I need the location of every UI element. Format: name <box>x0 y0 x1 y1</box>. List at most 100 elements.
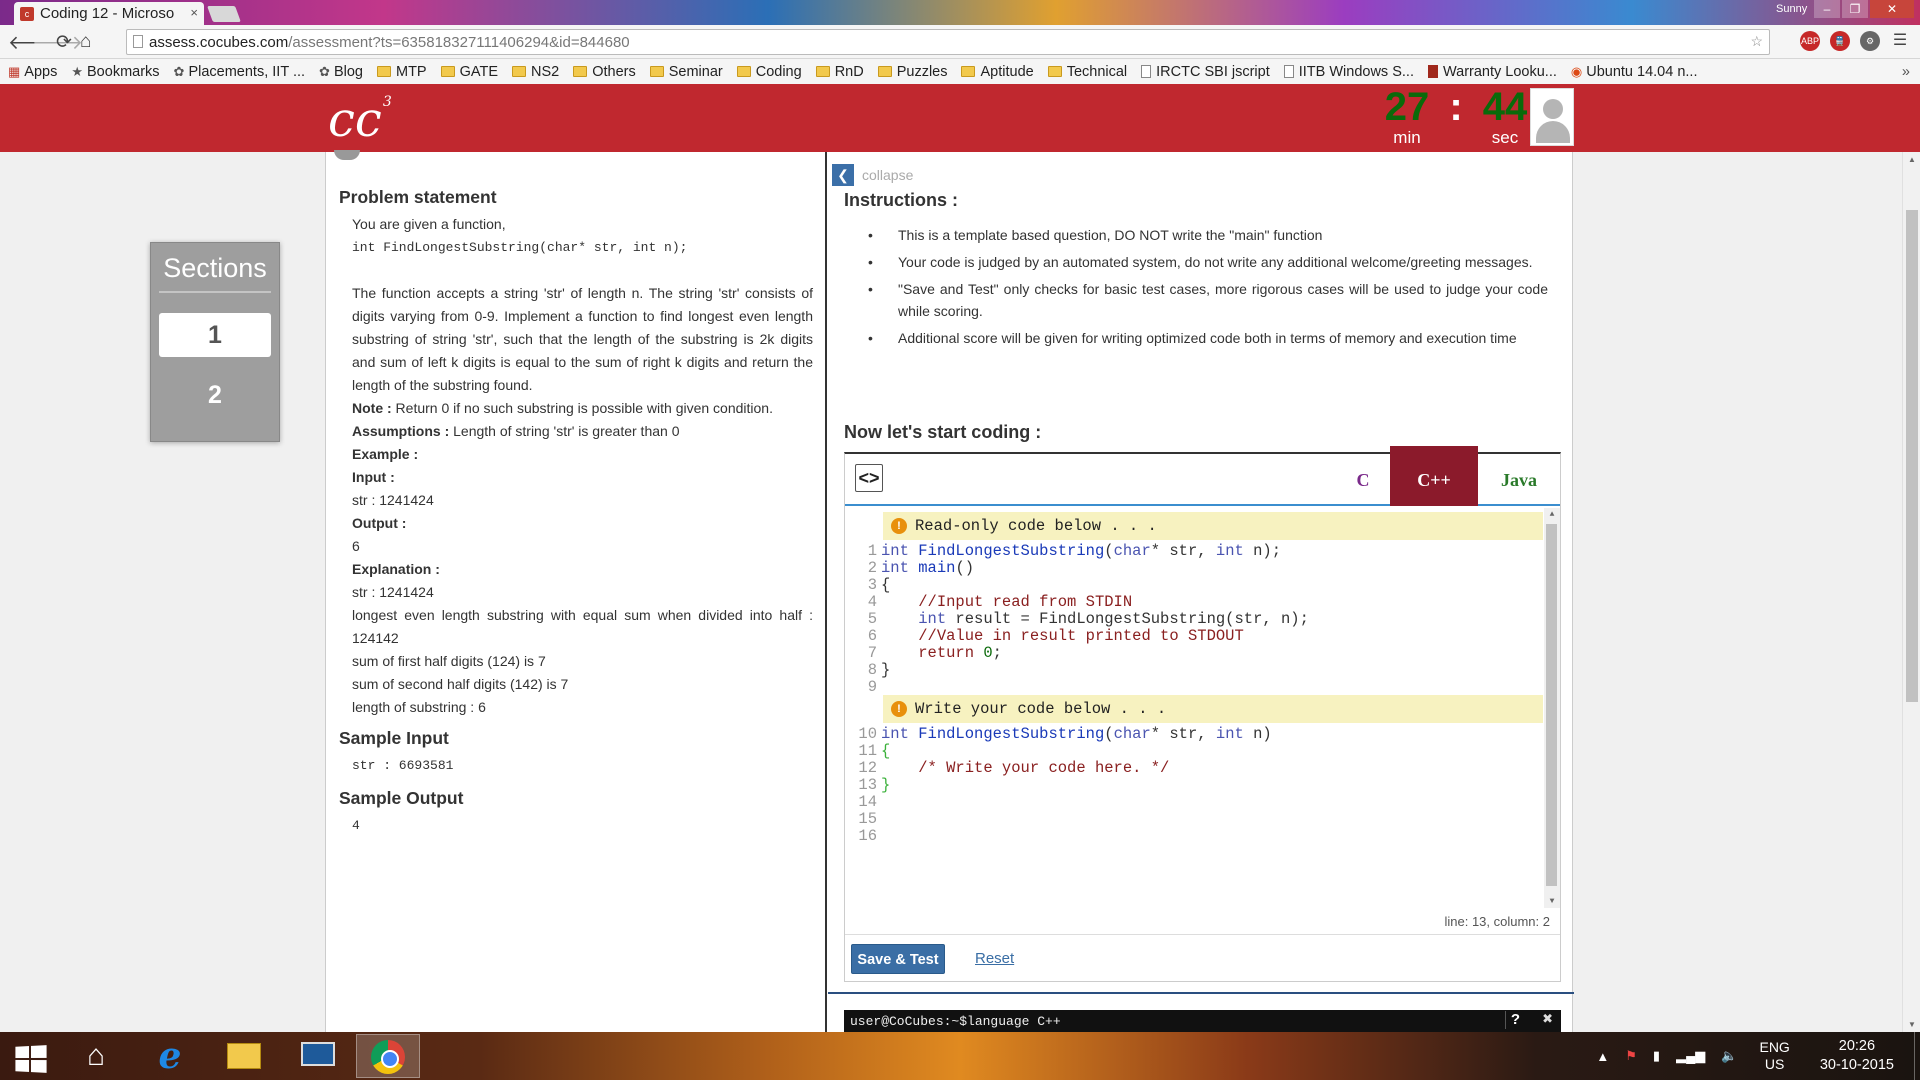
address-bar[interactable]: assess.cocubes.com/assessment?ts=6358183… <box>126 29 1770 55</box>
language-indicator[interactable]: ENG US <box>1759 1039 1789 1073</box>
clock-date: 30-10-2015 <box>1819 1057 1894 1073</box>
tab-language-c[interactable]: C <box>1335 454 1391 506</box>
remote-desktop-icon[interactable] <box>286 1034 350 1078</box>
console-toggle-icon[interactable]: ✖ <box>1542 1012 1553 1027</box>
bookmark-folder-technical[interactable]: Technical <box>1047 64 1127 80</box>
instructions-list: This is a template based question, DO NO… <box>844 224 1548 354</box>
bookmark-blog[interactable]: ✿ Blog <box>319 64 363 80</box>
chrome-taskbar-icon[interactable] <box>356 1034 420 1078</box>
extension-icon[interactable]: ⚙ <box>1860 31 1880 51</box>
timer-separator: : <box>1449 85 1463 129</box>
code-line: 10 int FindLongestSubstring(char* str, in… <box>858 725 1272 743</box>
scroll-up-icon[interactable]: ▲ <box>1544 510 1560 519</box>
folder-icon <box>961 66 976 77</box>
globe-icon: ✿ <box>319 63 330 79</box>
tab-language-java[interactable]: Java <box>1478 454 1560 506</box>
scroll-down-icon[interactable]: ▼ <box>1544 897 1560 906</box>
reload-icon[interactable]: ⟳ <box>56 31 72 54</box>
restore-icon[interactable]: ❐ <box>1842 0 1868 18</box>
start-button[interactable] <box>0 1034 64 1078</box>
help-icon[interactable]: ? <box>1505 1011 1525 1029</box>
problem-pane: Problem statement You are given a functi… <box>326 152 827 1032</box>
bookmark-star-icon[interactable]: ☆ <box>1750 33 1763 50</box>
bookmark-placements[interactable]: ✿ Placements, IIT ... <box>174 64 306 80</box>
main-content: Problem statement You are given a functi… <box>325 150 1574 1032</box>
warning-icon: ! <box>891 701 907 717</box>
url-host: assess.cocubes.com <box>149 34 289 51</box>
window-close-icon[interactable]: ✕ <box>1870 0 1914 18</box>
folder-icon <box>649 66 664 77</box>
file-explorer-icon[interactable] <box>212 1034 276 1078</box>
cocubes-favicon-icon: c <box>20 7 34 21</box>
internet-explorer-icon[interactable]: e <box>138 1034 202 1078</box>
bookmarks-bar: ▦ Apps ★ Bookmarks ✿ Placements, IIT ... ✿ B… <box>0 59 1920 84</box>
browser-titlebar: c Coding 12 - Microso × Sunny – ❐ ✕ <box>0 0 1920 25</box>
code-brackets-icon[interactable]: <> <box>855 464 883 492</box>
adblock-icon[interactable]: ABP <box>1800 31 1820 51</box>
bookmark-warranty[interactable]: Warranty Looku... <box>1427 64 1557 80</box>
timer-minutes: 27 <box>1384 85 1430 129</box>
action-center-flag-icon[interactable]: ⚑ <box>1625 1048 1637 1064</box>
bookmark-folder-others[interactable]: Others <box>573 64 636 80</box>
app-header: cc 3 27 min : 44 sec <box>0 84 1920 152</box>
code-area[interactable]: ! Read-only code below . . . 1 int FindLon… <box>845 508 1560 908</box>
network-icon[interactable]: ▂▄▆ <box>1676 1048 1705 1064</box>
bookmark-apps[interactable]: ▦ Apps <box>8 64 57 80</box>
home-icon[interactable]: ⌂ <box>64 1034 128 1078</box>
instruction-item: Your code is judged by an automated syst… <box>844 251 1548 273</box>
menu-icon[interactable]: ☰ <box>1890 31 1910 51</box>
bookmark-folder-mtp[interactable]: MTP <box>376 64 427 80</box>
windows-logo-icon <box>15 1045 47 1073</box>
home-icon[interactable]: ⌂ <box>80 31 91 53</box>
folder-icon <box>440 66 455 77</box>
language-bar: <> C C++ Java <box>845 446 1560 506</box>
explanation-line: longest even length substring with equal… <box>352 607 813 646</box>
bookmarks-overflow-icon[interactable]: » <box>1902 64 1910 80</box>
star-icon: ★ <box>71 63 84 79</box>
section-1-button[interactable]: 1 <box>159 313 271 357</box>
example-label: Example : <box>352 446 419 462</box>
bookmark-irctc[interactable]: IRCTC SBI jscript <box>1141 64 1270 80</box>
scroll-down-icon[interactable]: ▼ <box>1903 1020 1920 1029</box>
show-desktop-button[interactable] <box>1914 1032 1920 1080</box>
tab-language-cpp[interactable]: C++ <box>1390 446 1478 506</box>
bookmark-folder-coding[interactable]: Coding <box>736 64 802 80</box>
save-and-test-button[interactable]: Save & Test <box>851 944 945 974</box>
tray-overflow-icon[interactable]: ▲ <box>1596 1049 1609 1064</box>
bookmark-ubuntu[interactable]: ◉ Ubuntu 14.04 n... <box>1571 64 1698 80</box>
page-scrollbar[interactable]: ▲ ▼ <box>1902 152 1920 1032</box>
taskbar-clock[interactable]: 20:26 30-10-2015 <box>1820 1037 1894 1075</box>
section-2-button[interactable]: 2 <box>159 373 271 417</box>
bookmark-iitb-windows[interactable]: IITB Windows S... <box>1283 64 1414 80</box>
bookmark-bookmarks[interactable]: ★ Bookmarks <box>71 64 159 80</box>
scroll-up-icon[interactable]: ▲ <box>1903 155 1920 164</box>
editor-scrollbar[interactable]: ▲ ▼ <box>1544 508 1560 908</box>
profile-name[interactable]: Sunny <box>1776 3 1807 15</box>
bookmark-folder-aptitude[interactable]: Aptitude <box>961 64 1034 80</box>
coding-heading: Now let's start coding : <box>844 422 1042 442</box>
bookmark-folder-ns2[interactable]: NS2 <box>512 64 559 80</box>
apps-grid-icon: ▦ <box>8 63 21 79</box>
input-value: str : 1241424 <box>352 492 434 508</box>
battery-icon[interactable]: ▮ <box>1653 1048 1660 1064</box>
url-path: /assessment?ts=635818327111406294&id=844… <box>288 34 630 51</box>
tab-close-icon[interactable]: × <box>190 5 198 20</box>
new-tab-button[interactable] <box>207 6 241 22</box>
bookmark-folder-seminar[interactable]: Seminar <box>649 64 723 80</box>
explanation-line: sum of first half digits (124) is 7 <box>352 653 546 669</box>
browser-tab[interactable]: c Coding 12 - Microso × <box>14 2 204 25</box>
collapse-toggle[interactable]: ❮ collapse <box>832 164 913 186</box>
bookmark-folder-gate[interactable]: GATE <box>440 64 498 80</box>
console-bar[interactable]: user@CoCubes:~$language C++ ? ✖ <box>844 1010 1561 1032</box>
bookmark-folder-puzzles[interactable]: Puzzles <box>877 64 947 80</box>
minimize-icon[interactable]: – <box>1814 0 1840 18</box>
reset-link[interactable]: Reset <box>975 950 1014 967</box>
ubuntu-icon: ◉ <box>1570 63 1583 79</box>
bookmark-folder-rnd[interactable]: RnD <box>815 64 864 80</box>
volume-icon[interactable]: 🔈 <box>1721 1048 1737 1064</box>
train-extension-icon[interactable]: 🚆 <box>1830 31 1850 51</box>
function-signature: int FindLongestSubstring(char* str, int … <box>352 240 688 255</box>
assumptions-label: Assumptions : <box>352 423 450 439</box>
avatar[interactable] <box>1530 88 1574 146</box>
sample-output-heading: Sample Output <box>339 788 464 808</box>
